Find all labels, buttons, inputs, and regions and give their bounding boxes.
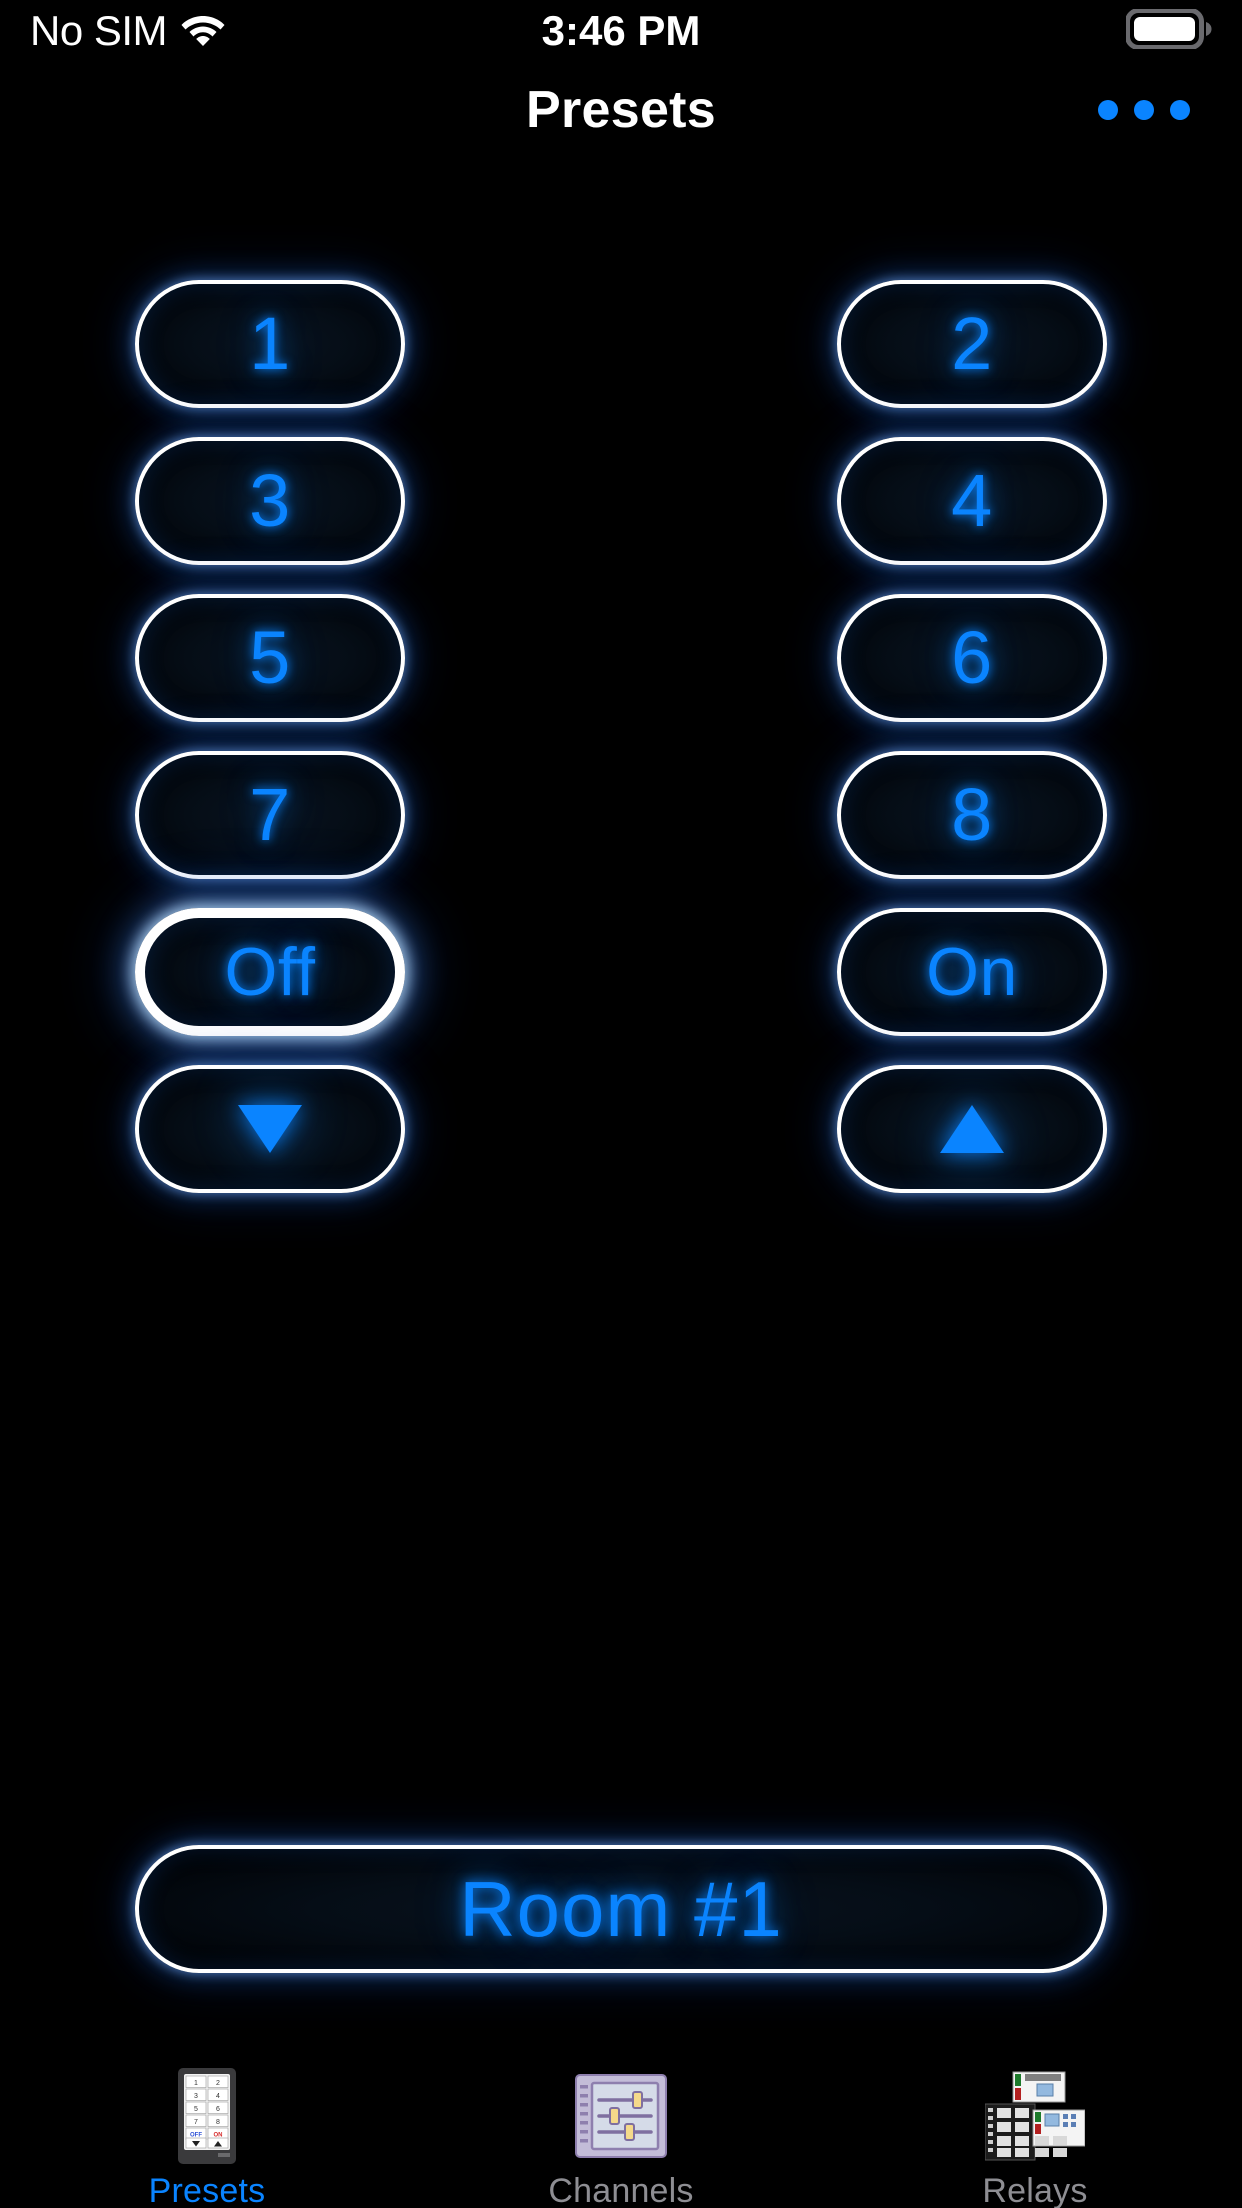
grid-gutter bbox=[405, 437, 837, 565]
page-title: Presets bbox=[525, 81, 717, 139]
status-bar: No SIM 3:46 PM bbox=[0, 0, 1242, 62]
svg-text:1: 1 bbox=[194, 2080, 198, 2087]
on-button[interactable]: On bbox=[837, 908, 1107, 1036]
preset-button-3[interactable]: 3 bbox=[135, 437, 405, 565]
preset-button-5[interactable]: 5 bbox=[135, 594, 405, 722]
preset-button-label: 6 bbox=[951, 616, 993, 699]
clock-label: 3:46 PM bbox=[541, 7, 701, 54]
preset-button-2[interactable]: 2 bbox=[837, 280, 1107, 408]
svg-text:ON: ON bbox=[214, 2133, 223, 2139]
carrier-label: No SIM bbox=[30, 7, 168, 54]
svg-text:7: 7 bbox=[194, 2119, 198, 2126]
grid-gutter bbox=[405, 908, 837, 1036]
on-button-label: On bbox=[926, 934, 1018, 1010]
sliders-panel-icon bbox=[568, 2066, 674, 2166]
wifi-icon bbox=[181, 12, 225, 51]
grid-gutter bbox=[405, 280, 837, 408]
ellipsis-icon bbox=[1170, 100, 1190, 120]
preset-button-label: 8 bbox=[951, 773, 993, 856]
preset-button-label: 2 bbox=[951, 302, 993, 385]
relay-modules-icon bbox=[982, 2066, 1088, 2166]
preset-button-label: 4 bbox=[951, 459, 993, 542]
preset-button-8[interactable]: 8 bbox=[837, 751, 1107, 879]
keypad-device-icon: 1 2 3 4 5 6 7 8 OFF ON bbox=[154, 2066, 260, 2166]
svg-text:OFF: OFF bbox=[190, 2133, 202, 2139]
preset-button-1[interactable]: 1 bbox=[135, 280, 405, 408]
svg-text:4: 4 bbox=[216, 2093, 220, 2100]
grid-gutter bbox=[405, 594, 837, 722]
svg-text:8: 8 bbox=[216, 2119, 220, 2126]
room-selector-button[interactable]: Room #1 bbox=[135, 1845, 1107, 1973]
off-button-label: Off bbox=[224, 934, 316, 1010]
svg-text:2: 2 bbox=[216, 2080, 220, 2087]
preset-button-label: 5 bbox=[249, 616, 291, 699]
status-bar-right bbox=[771, 7, 1212, 54]
ellipsis-icon bbox=[1134, 100, 1154, 120]
triangle-down-icon bbox=[238, 1105, 302, 1153]
tab-label: Channels bbox=[548, 2172, 694, 2208]
preset-button-label: 3 bbox=[249, 459, 291, 542]
dim-down-button[interactable] bbox=[135, 1065, 405, 1193]
preset-button-label: 1 bbox=[249, 302, 291, 385]
more-options-button[interactable] bbox=[1088, 82, 1200, 138]
svg-text:6: 6 bbox=[216, 2106, 220, 2113]
preset-button-7[interactable]: 7 bbox=[135, 751, 405, 879]
room-selector-wrap: Room #1 bbox=[135, 1845, 1107, 1973]
tab-relays[interactable]: Relays bbox=[828, 2066, 1242, 2208]
room-selector-label: Room #1 bbox=[459, 1865, 783, 1953]
grid-gutter bbox=[405, 1065, 837, 1193]
navigation-bar: Presets bbox=[0, 62, 1242, 158]
preset-keypad: 1 2 3 4 5 6 7 8 Off On bbox=[135, 280, 1107, 1193]
triangle-up-icon bbox=[940, 1105, 1004, 1153]
tab-label: Relays bbox=[982, 2172, 1088, 2208]
preset-button-label: 7 bbox=[249, 773, 291, 856]
tab-channels[interactable]: Channels bbox=[414, 2066, 828, 2208]
tab-presets[interactable]: 1 2 3 4 5 6 7 8 OFF ON Presets bbox=[0, 2066, 414, 2208]
svg-text:5: 5 bbox=[194, 2106, 198, 2113]
ellipsis-icon bbox=[1098, 100, 1118, 120]
status-bar-left: No SIM bbox=[30, 10, 471, 52]
svg-text:3: 3 bbox=[194, 2093, 198, 2100]
tab-bar: 1 2 3 4 5 6 7 8 OFF ON Presets Channels … bbox=[0, 2056, 1242, 2208]
grid-gutter bbox=[405, 751, 837, 879]
preset-button-6[interactable]: 6 bbox=[837, 594, 1107, 722]
battery-full-icon bbox=[1125, 7, 1212, 54]
preset-button-4[interactable]: 4 bbox=[837, 437, 1107, 565]
tab-label: Presets bbox=[148, 2172, 266, 2208]
off-button[interactable]: Off bbox=[135, 908, 405, 1036]
dim-up-button[interactable] bbox=[837, 1065, 1107, 1193]
